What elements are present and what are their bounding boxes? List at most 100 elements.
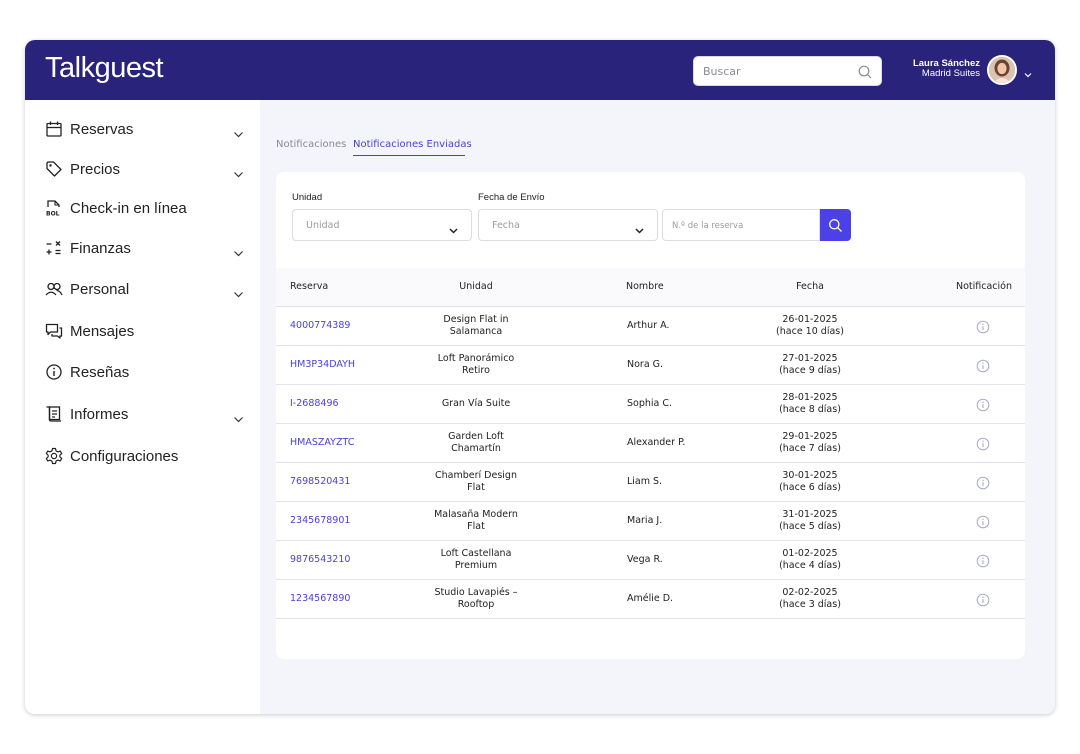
table-row[interactable]: 2345678901 Malasaña Modern Flat Maria J. … [276,502,1025,541]
calendar-icon [45,120,63,138]
search-icon[interactable] [857,64,873,80]
column-header-unidad[interactable]: Unidad [406,281,546,292]
unidad-select[interactable]: Unidad [292,209,472,241]
fecha-cell: 26-01-2025 (hace 10 días) [776,314,844,337]
tab-notificaciones-enviadas[interactable]: Notificaciones Enviadas [353,139,472,150]
notification-info-icon[interactable] [976,398,990,412]
reserva-link[interactable]: 2345678901 [290,515,350,527]
users-icon [45,280,63,298]
user-property: Madrid Suites [921,68,980,79]
table-row[interactable]: 9876543210 Loft Castellana Premium Vega R… [276,541,1025,580]
notification-info-icon[interactable] [976,476,990,490]
logo[interactable]: Talkguest [45,52,164,85]
app-window: Talkguest Laura Sánchez Madrid Suites [25,40,1055,714]
notification-info-icon[interactable] [976,593,990,607]
unidad-select-value: Unidad [306,220,340,231]
notification-info-icon[interactable] [976,554,990,568]
search-input[interactable] [703,62,851,80]
chevron-down-icon[interactable] [233,410,244,423]
active-tab-indicator [353,155,465,156]
chevron-down-icon[interactable] [233,244,244,257]
calculator-icon [45,239,63,257]
fecha-select[interactable]: Fecha [478,209,658,241]
chevron-down-icon [634,221,645,234]
fecha-cell: 31-01-2025 (hace 5 días) [779,509,841,532]
reserva-link[interactable]: HM3P34DAYH [290,359,355,371]
notification-info-icon[interactable] [976,359,990,373]
reserva-link[interactable]: 4000774389 [290,320,350,332]
reserva-number-input[interactable] [672,218,812,234]
sidebar-item-label: Mensajes [70,323,135,340]
nombre-cell: Amélie D. [627,593,674,604]
reserva-link[interactable]: 7698520431 [290,476,350,488]
search-icon [829,219,842,232]
sidebar-item-resenas[interactable]: Reseñas [45,361,245,385]
nombre-cell: Sophia C. [627,398,673,409]
reserva-link[interactable]: 1234567890 [290,593,350,605]
unidad-cell: Gran Vía Suite [441,398,511,409]
table-header: Reserva Unidad Nombre Fecha Notificación [276,268,1025,307]
svg-text:BOL: BOL [46,211,60,218]
main-content: Notificaciones Notificaciones Enviadas U… [260,100,1055,714]
column-header-notificacion[interactable]: Notificación [956,281,1012,292]
nombre-cell: Liam S. [627,476,663,487]
notifications-card: Unidad Unidad Fecha de Envío Fecha Reser… [276,172,1025,659]
nombre-cell: Alexander P. [627,437,686,448]
avatar[interactable] [987,55,1017,85]
nombre-cell: Maria J. [627,515,663,526]
info-icon [45,363,63,381]
column-header-reserva[interactable]: Reserva [290,281,328,292]
fecha-envio-label: Fecha de Envío [478,192,545,203]
unidad-cell: Malasaña Modern Flat [434,509,518,532]
unidad-cell: Studio Lavapiés – Rooftop [434,587,518,610]
fecha-cell: 01-02-2025 (hace 4 días) [779,548,841,571]
unidad-label: Unidad [292,192,323,203]
unidad-cell: Chamberí Design Flat [435,470,517,493]
sidebar-item-label: Configuraciones [70,448,179,465]
user-info[interactable]: Laura Sánchez Madrid Suites [880,59,980,79]
chevron-down-icon[interactable] [233,285,244,298]
notification-info-icon[interactable] [976,437,990,451]
nombre-cell: Nora G. [627,359,664,370]
table-row[interactable]: HMASZAYZTC Garden Loft Chamartín Alexande… [276,424,1025,463]
sidebar-item-finanzas[interactable]: Finanzas [45,237,245,261]
fecha-select-value: Fecha [492,220,520,231]
unidad-cell: Loft Castellana Premium [440,548,512,571]
search-box[interactable] [693,56,882,86]
notification-info-icon[interactable] [976,320,990,334]
column-header-nombre[interactable]: Nombre [626,281,664,292]
search-button[interactable] [820,209,851,241]
nombre-cell: Vega R. [627,554,663,565]
sidebar: Reservas Precios BOL Check-in en línea F… [25,100,260,714]
fecha-cell: 30-01-2025 (hace 6 días) [779,470,841,493]
notification-info-icon[interactable] [976,515,990,529]
sidebar-item-check-in[interactable]: BOL Check-in en línea [45,197,245,221]
sidebar-item-personal[interactable]: Personal [45,278,245,302]
tab-notificaciones[interactable]: Notificaciones [276,139,346,150]
reserva-number-field[interactable] [662,209,820,241]
chevron-down-icon [448,221,459,234]
chevron-down-icon[interactable] [233,165,244,178]
report-icon [45,405,63,423]
table-row[interactable]: HM3P34DAYH Loft Panorámico Retiro Nora G.… [276,346,1025,385]
sidebar-item-label: Reservas [70,121,134,138]
table-row[interactable]: I-2688496 Gran Vía Suite Sophia C. 28-01… [276,385,1025,424]
table-row[interactable]: 7698520431 Chamberí Design Flat Liam S. 3… [276,463,1025,502]
table-row[interactable]: 4000774389 Design Flat in Salamanca Arthu… [276,307,1025,346]
reserva-link[interactable]: I-2688496 [290,398,339,410]
chevron-down-icon[interactable] [233,125,244,138]
gear-icon [45,447,63,465]
sidebar-item-label: Informes [70,406,129,423]
reserva-link[interactable]: 9876543210 [290,554,350,566]
sidebar-item-configuraciones[interactable]: Configuraciones [45,445,245,469]
sidebar-item-informes[interactable]: Informes [45,403,245,427]
bol-document-icon: BOL [45,199,63,218]
top-bar: Talkguest Laura Sánchez Madrid Suites [25,40,1055,100]
reserva-link[interactable]: HMASZAYZTC [290,437,354,449]
sidebar-item-precios[interactable]: Precios [45,158,245,182]
column-header-fecha[interactable]: Fecha [746,281,874,292]
table-row[interactable]: 1234567890 Studio Lavapiés – Rooftop Amél… [276,580,1025,619]
chevron-down-icon[interactable] [1023,65,1033,78]
sidebar-item-mensajes[interactable]: Mensajes [45,320,245,344]
sidebar-item-reservas[interactable]: Reservas [45,118,245,142]
